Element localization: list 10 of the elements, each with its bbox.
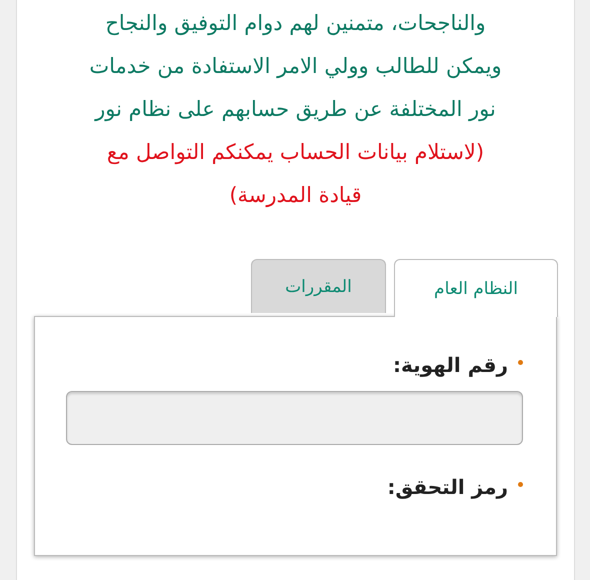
notice-text-line: (لاستلام بيانات الحساب يمكنكم التواصل مع [106,139,484,166]
intro-text-line: نور المختلفة عن طريق حسابهم على نظام نور [95,96,496,124]
tab[interactable]: المقررات [251,259,386,313]
intro-text-line: ويمكن للطالب وولي الامر الاستفادة من خدمات [89,53,502,80]
field-label: رمز التحقق: [387,475,508,499]
tab[interactable]: النظام العام [394,259,558,317]
intro-text-line: والناجحات، متمنين لهم دوام التوفيق والنجاح [105,10,486,38]
input-field[interactable] [66,391,523,445]
field-label: رقم الهوية: [393,353,508,377]
notice-text-line: قيادة المدرسة) [229,182,362,210]
